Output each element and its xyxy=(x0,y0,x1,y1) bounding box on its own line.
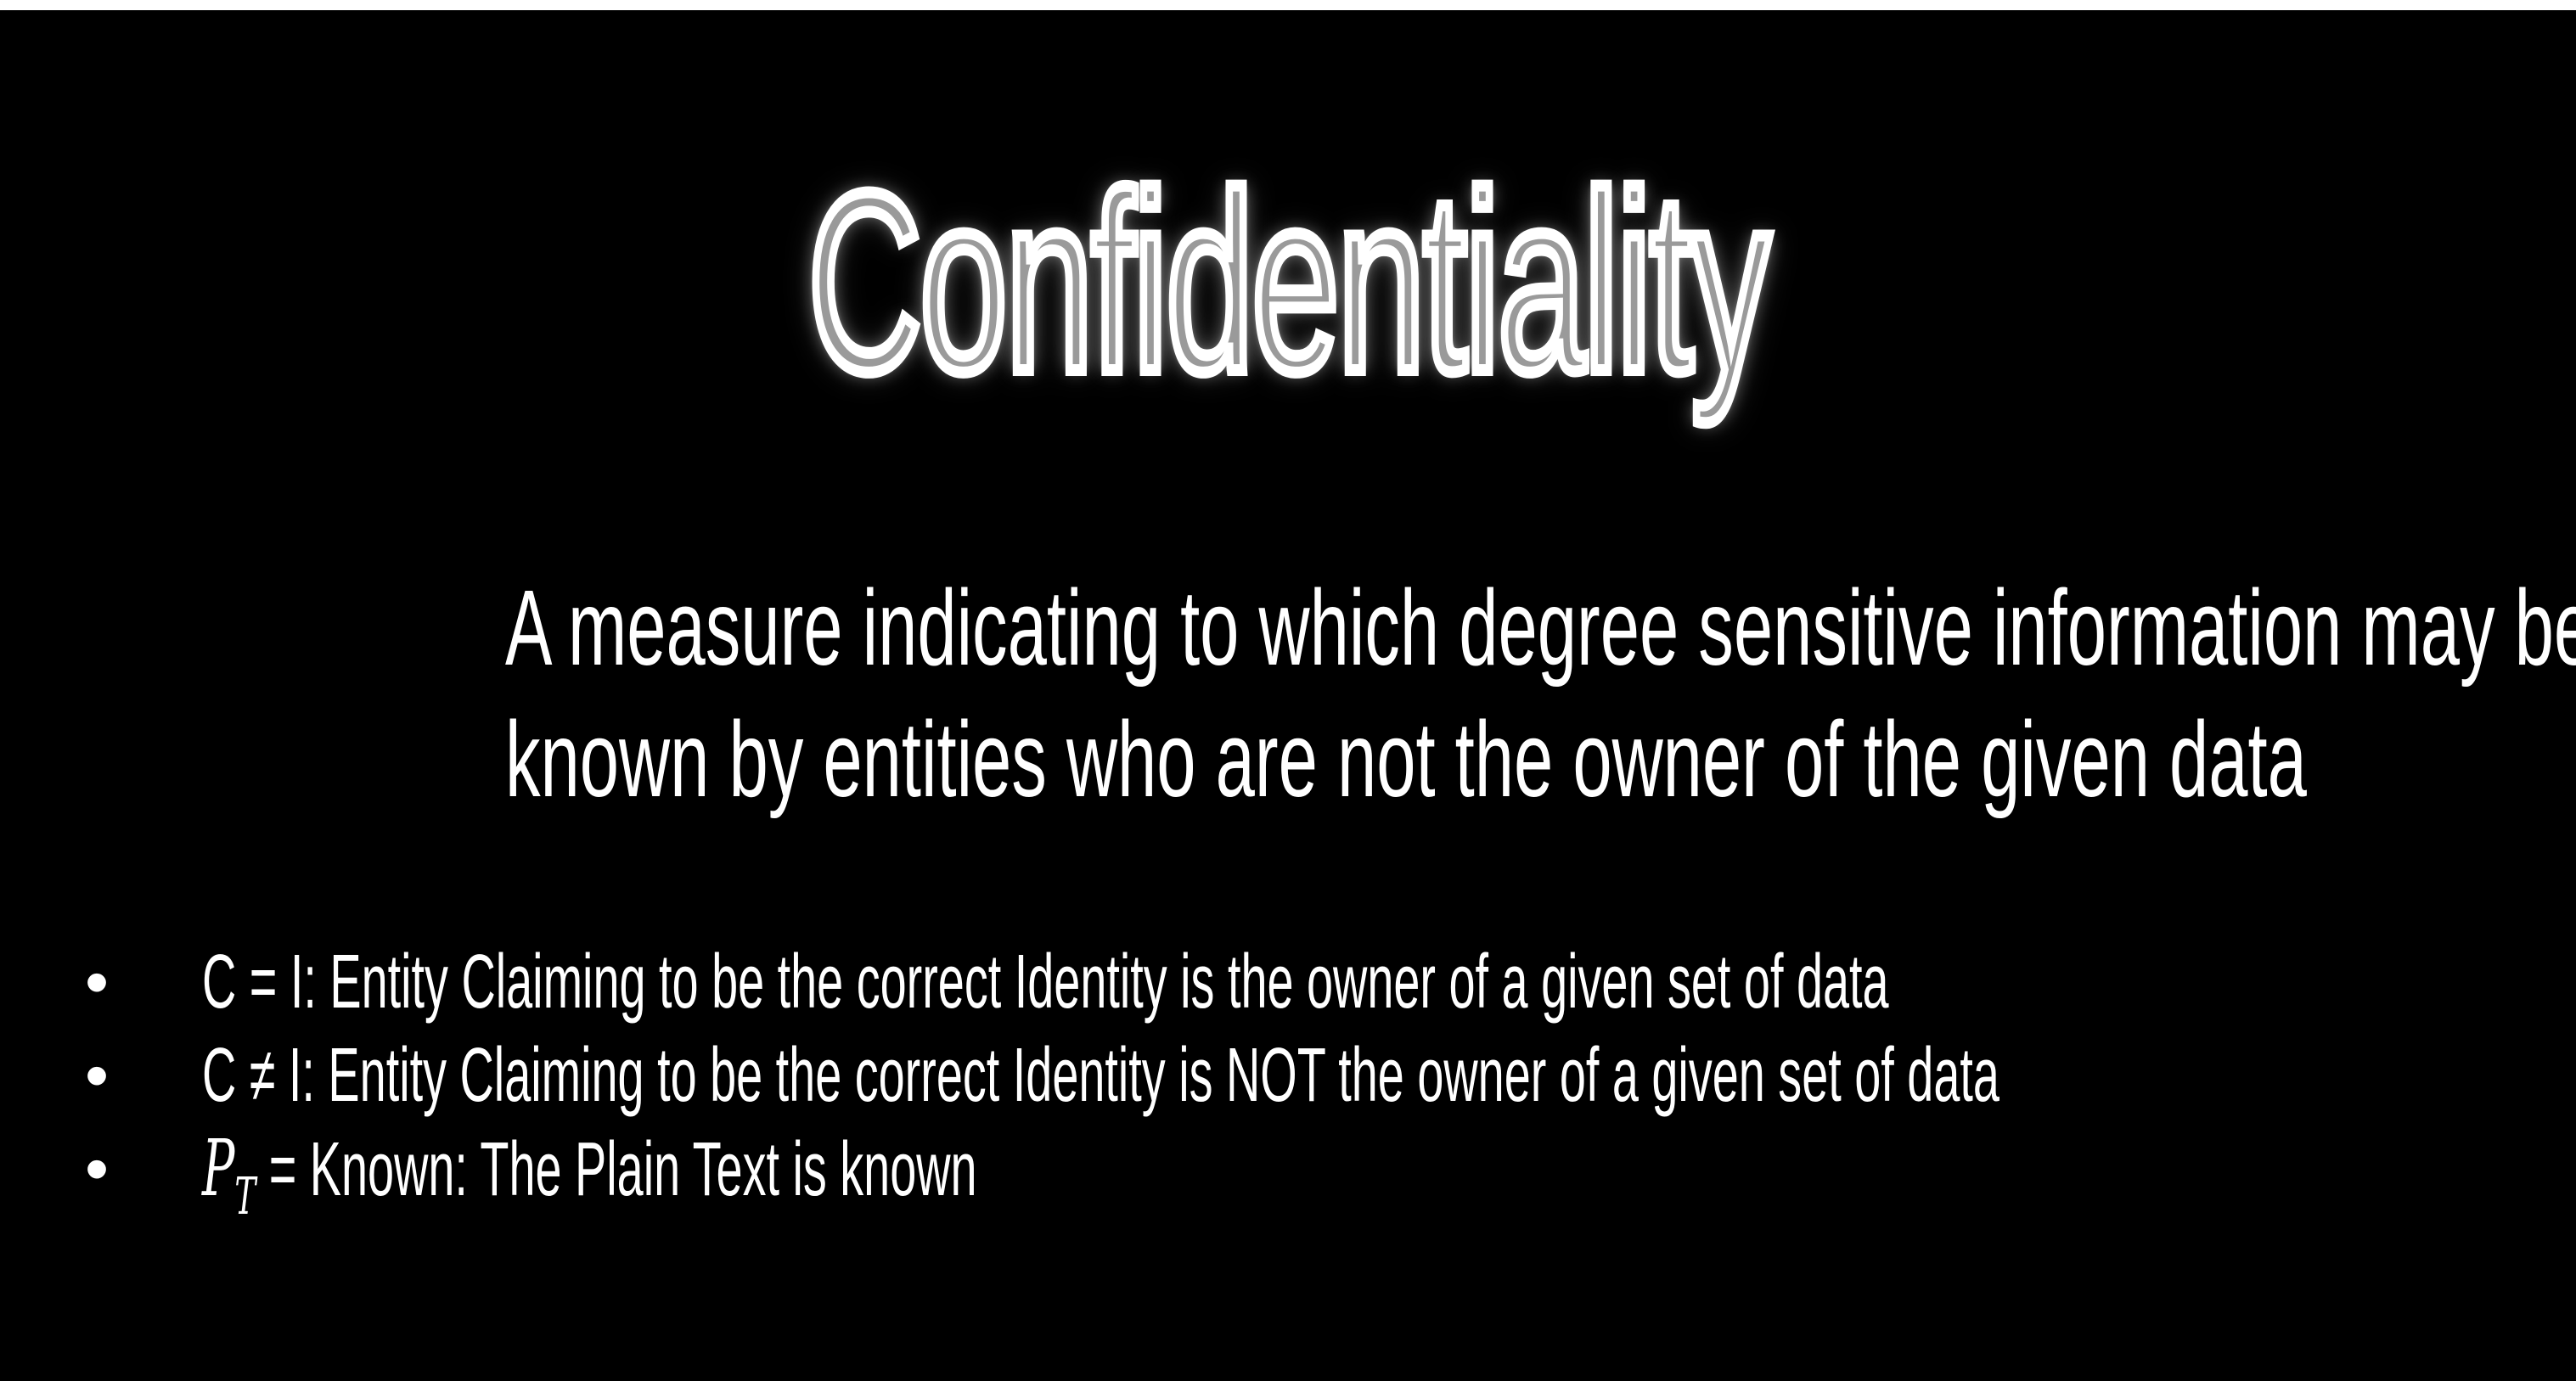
top-white-strip xyxy=(0,0,2576,10)
bullet-marker: • xyxy=(85,944,110,1019)
math-symbol-p: P xyxy=(202,1123,235,1214)
bullet-text: = Known: The Plain Text is known xyxy=(256,1127,977,1212)
bullet-list: • C = I: Entity Claiming to be the corre… xyxy=(85,935,2462,1227)
definition-text: A measure indicating to which degree sen… xyxy=(102,562,2576,825)
bullet-item: • PT = Known: The Plain Text is known xyxy=(85,1122,2462,1227)
bullet-marker: • xyxy=(85,1037,110,1113)
bullet-text: C = I: Entity Claiming to be the correct… xyxy=(202,940,1889,1025)
definition-line-1: A measure indicating to which degree sen… xyxy=(504,568,2576,688)
slide: Confidentiality A measure indicating to … xyxy=(0,10,2576,1381)
bullet-item: • C = I: Entity Claiming to be the corre… xyxy=(85,935,2462,1029)
bullet-marker: • xyxy=(85,1131,110,1206)
definition-line-2: known by entities who are not the owner … xyxy=(504,699,2307,819)
bullet-text: C ≠ I: Entity Claiming to be the correct… xyxy=(202,1033,1999,1118)
math-subscript-t: T xyxy=(234,1167,256,1227)
bullet-item: • C ≠ I: Entity Claiming to be the corre… xyxy=(85,1029,2462,1122)
bullet-text-with-math: PT = Known: The Plain Text is known xyxy=(202,1122,977,1243)
slide-title: Confidentiality xyxy=(804,133,1774,430)
